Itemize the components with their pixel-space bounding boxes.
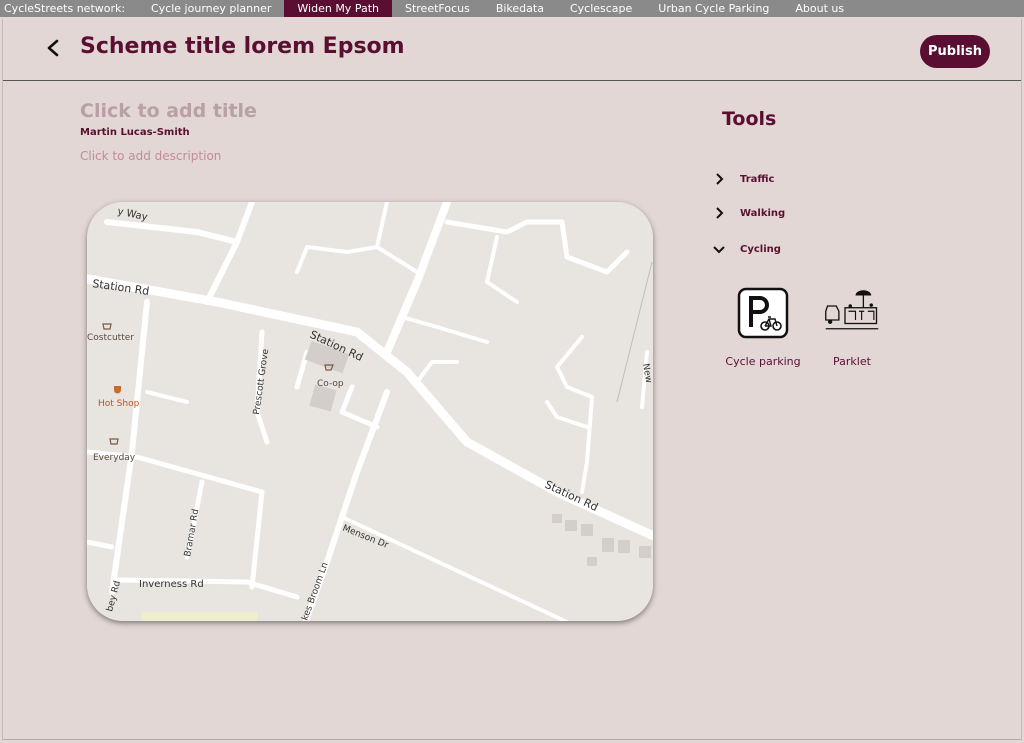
- add-description-field[interactable]: Click to add description: [80, 149, 221, 163]
- parklet-icon: [825, 290, 879, 330]
- network-bar: CycleStreets network: Cycle journey plan…: [0, 0, 1024, 17]
- cycle-parking-icon: [737, 287, 789, 339]
- poi-everyday: Everyday: [93, 453, 136, 463]
- nav-item-streetfocus[interactable]: StreetFocus: [392, 0, 483, 17]
- chevron-right-icon: [716, 173, 724, 185]
- tool-category-cycling[interactable]: Cycling: [712, 241, 781, 257]
- tool-cycle-parking[interactable]: Cycle parking: [718, 285, 808, 368]
- nav-item-urban-cycle-parking[interactable]: Urban Cycle Parking: [645, 0, 782, 17]
- network-label: CycleStreets network:: [4, 2, 126, 15]
- tool-parklet[interactable]: Parklet: [807, 285, 897, 368]
- add-title-field[interactable]: Click to add title: [80, 100, 257, 122]
- tool-category-walking[interactable]: Walking: [712, 205, 785, 221]
- tool-category-traffic[interactable]: Traffic: [712, 171, 774, 187]
- chevron-right-icon: [716, 207, 724, 219]
- poi-co-op: Co-op: [317, 379, 344, 389]
- scheme-title: Scheme title lorem Epsom: [80, 34, 405, 59]
- tool-category-label: Traffic: [740, 173, 775, 185]
- nav-item-widen-my-path[interactable]: Widen My Path: [284, 0, 392, 17]
- map-canvas[interactable]: Station Rd Station Rd Station Rd Prescot…: [87, 202, 653, 621]
- tools-heading: Tools: [722, 108, 777, 130]
- cafe-cup-icon: [114, 386, 121, 394]
- publish-button[interactable]: Publish: [920, 35, 990, 68]
- nav-item-about-us[interactable]: About us: [782, 0, 857, 17]
- chevron-left-icon[interactable]: [45, 39, 61, 57]
- nav-item-cyclescape[interactable]: Cyclescape: [557, 0, 645, 17]
- chevron-down-icon: [713, 246, 725, 254]
- tool-label: Cycle parking: [725, 355, 801, 368]
- tool-category-label: Cycling: [740, 243, 781, 255]
- tool-label: Parklet: [833, 355, 871, 368]
- tool-category-label: Walking: [740, 207, 786, 219]
- nav-item-cycle-journey-planner[interactable]: Cycle journey planner: [138, 0, 284, 17]
- poi-hot-shop: Hot Shop: [98, 399, 140, 409]
- nav-item-bikedata[interactable]: Bikedata: [483, 0, 557, 17]
- page-header: Scheme title lorem Epsom Publish: [3, 19, 1021, 81]
- map-label-inverness-rd: Inverness Rd: [139, 579, 204, 590]
- app-frame: Scheme title lorem Epsom Publish Click t…: [2, 19, 1022, 740]
- author-name: Martin Lucas-Smith: [80, 127, 190, 138]
- poi-costcutter: Costcutter: [87, 333, 134, 343]
- map-view[interactable]: Station Rd Station Rd Station Rd Prescot…: [87, 202, 653, 621]
